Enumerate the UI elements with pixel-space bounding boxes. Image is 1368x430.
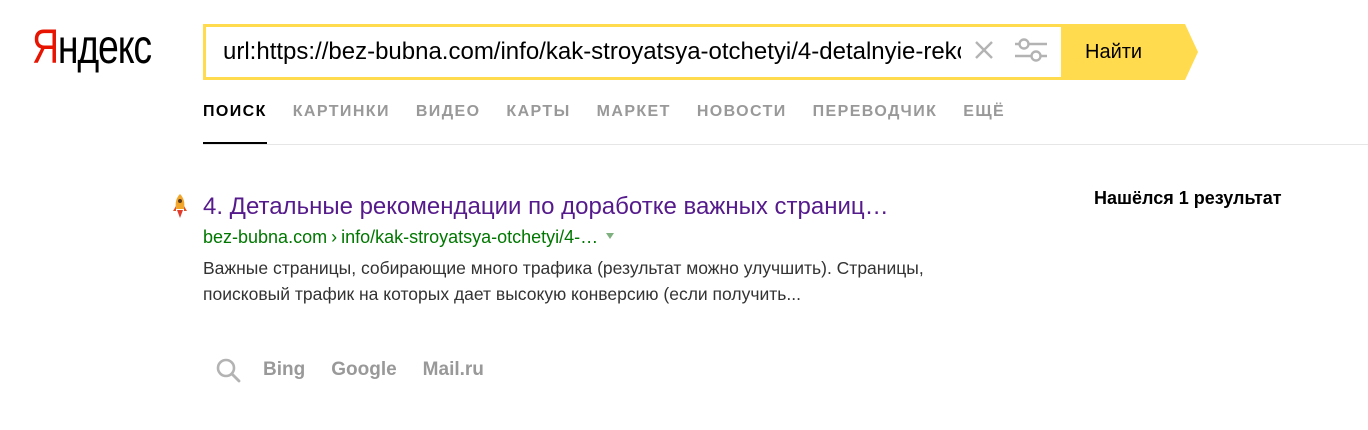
search-button-label: Найти: [1085, 41, 1143, 63]
other-engines: Bing Google Mail.ru: [215, 356, 510, 384]
snippet-line: Важные страницы, собирающие много трафик…: [203, 258, 924, 278]
url-separator: ›: [331, 227, 338, 247]
yandex-results-page: Яндекс Найти ПОИСК КАРТИНКИ ВИДЕО КАРТЫ …: [0, 0, 1368, 430]
tab-translator[interactable]: ПЕРЕВОДЧИК: [813, 100, 938, 144]
engine-link-google[interactable]: Google: [331, 359, 396, 381]
result-url: bez-bubna.com › info/kak-stroyatsya-otchet…: [203, 225, 615, 249]
settings-sliders-icon[interactable]: [1015, 38, 1047, 62]
tab-news[interactable]: НОВОСТИ: [697, 100, 787, 144]
result-snippet: Важные страницы, собирающие много трафик…: [203, 255, 1083, 307]
result-count: Нашёлся 1 результат: [1094, 188, 1282, 208]
rocket-icon: [173, 194, 187, 218]
tab-images[interactable]: КАРТИНКИ: [293, 100, 390, 144]
result-url-domain[interactable]: bez-bubna.com: [203, 227, 327, 247]
engine-link-mailru[interactable]: Mail.ru: [423, 359, 484, 381]
tab-search[interactable]: ПОИСК: [203, 100, 267, 145]
yandex-logo[interactable]: Яндекс: [32, 18, 152, 78]
search-box: [203, 24, 1064, 80]
snippet-line: поисковый трафик на которых дает высокую…: [203, 284, 801, 304]
logo-first-letter: Я: [32, 21, 59, 74]
nav-divider: [203, 144, 1368, 145]
tab-market[interactable]: МАРКЕТ: [597, 100, 671, 144]
clear-icon[interactable]: [973, 39, 995, 61]
result-url-path[interactable]: info/kak-stroyatsya-otchetyi/4-…: [341, 227, 598, 247]
search-input[interactable]: [206, 27, 961, 77]
result-title-link[interactable]: 4. Детальные рекомендации по доработке в…: [203, 192, 889, 222]
url-menu-arrow-icon[interactable]: [606, 233, 615, 240]
search-button[interactable]: Найти: [1061, 24, 1198, 80]
search-icon: [216, 358, 241, 383]
search-bar: Найти: [203, 24, 1198, 80]
logo-rest: ндекс: [57, 21, 152, 74]
tab-more[interactable]: ЕЩЁ: [963, 100, 1005, 144]
tab-video[interactable]: ВИДЕО: [416, 100, 481, 144]
service-tabs: ПОИСК КАРТИНКИ ВИДЕО КАРТЫ МАРКЕТ НОВОСТ…: [203, 100, 1031, 146]
engine-link-bing[interactable]: Bing: [263, 359, 305, 381]
tab-maps[interactable]: КАРТЫ: [506, 100, 570, 144]
